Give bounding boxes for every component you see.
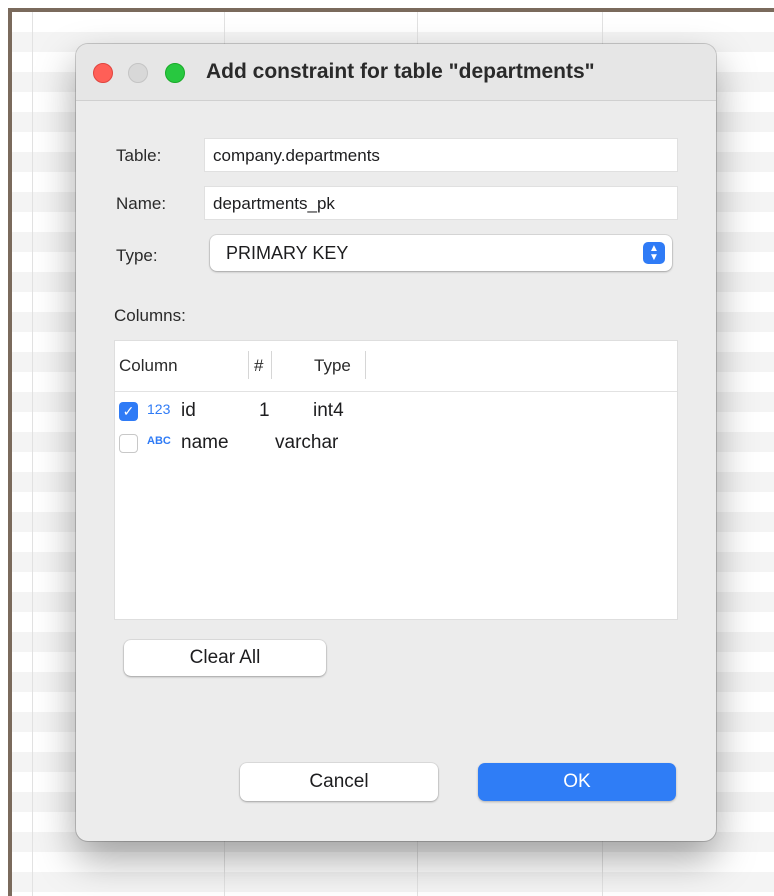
- type-select-value: PRIMARY KEY: [226, 243, 349, 263]
- row-type: int4: [313, 400, 344, 421]
- numeric-type-icon: 123: [147, 401, 171, 417]
- name-field[interactable]: departments_pk: [204, 186, 678, 220]
- table-field[interactable]: company.departments: [204, 138, 678, 172]
- header-column[interactable]: Column: [119, 356, 178, 376]
- type-label: Type:: [116, 246, 158, 265]
- row-type: varchar: [275, 432, 339, 453]
- name-label: Name:: [116, 194, 167, 213]
- row-column-name: name: [181, 432, 229, 453]
- dialog-title: Add constraint for table "departments": [206, 60, 595, 83]
- header-type[interactable]: Type: [314, 356, 351, 376]
- minimize-window-button[interactable]: [128, 63, 148, 83]
- header-number[interactable]: #: [254, 356, 263, 376]
- close-window-button[interactable]: [93, 63, 113, 83]
- table-row[interactable]: ABC name varchar: [115, 429, 677, 461]
- table-row[interactable]: ✓ 123 id 1 int4: [115, 397, 677, 429]
- header-divider[interactable]: [271, 351, 272, 379]
- header-divider[interactable]: [365, 351, 366, 379]
- table-header: Column # Type: [115, 341, 677, 392]
- type-select[interactable]: PRIMARY KEY ▲ ▼: [210, 235, 672, 271]
- clear-all-button[interactable]: Clear All: [124, 640, 326, 676]
- row-checkbox-unchecked[interactable]: [119, 434, 138, 453]
- row-column-name: id: [181, 400, 196, 421]
- table-label: Table:: [116, 146, 162, 165]
- header-divider[interactable]: [248, 351, 249, 379]
- row-checkbox-checked[interactable]: ✓: [119, 402, 138, 421]
- columns-table: Column # Type ✓ 123 id 1 int4 ABC name v…: [114, 340, 678, 620]
- title-bar: Add constraint for table "departments": [76, 44, 716, 101]
- columns-label: Columns:: [114, 306, 186, 325]
- add-constraint-dialog: Add constraint for table "departments" T…: [76, 44, 716, 841]
- select-stepper-icon: ▲ ▼: [643, 242, 665, 264]
- ok-button[interactable]: OK: [478, 763, 676, 801]
- maximize-window-button[interactable]: [165, 63, 185, 83]
- text-type-icon: ABC: [147, 435, 171, 447]
- cancel-button[interactable]: Cancel: [240, 763, 438, 801]
- row-number: 1: [259, 400, 270, 421]
